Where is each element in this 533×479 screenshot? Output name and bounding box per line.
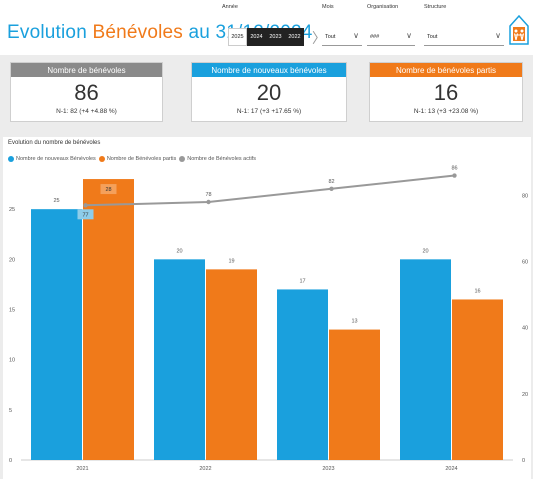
structure-value: Tout xyxy=(427,34,438,40)
y-right-tick-label: 80 xyxy=(522,193,528,199)
bar-partis xyxy=(83,179,134,461)
x-tick-label: 2022 xyxy=(199,466,211,472)
data-label-partis: 16 xyxy=(474,288,480,294)
kpi-value: 20 xyxy=(256,80,282,105)
kpi-comparison: N-1: 13 (+3 +23.08 %) xyxy=(413,108,479,115)
y-left-tick-label: 10 xyxy=(9,358,15,364)
line-point-actifs xyxy=(206,199,211,205)
mois-value: Tout xyxy=(325,34,336,40)
structure-filter-label: Structure xyxy=(424,4,447,10)
bar-nouveaux xyxy=(277,289,328,460)
kpi-label: Nombre de nouveaux bénévoles xyxy=(192,63,346,77)
year-button-2025[interactable]: 2025 xyxy=(228,28,247,46)
y-right-tick-label: 60 xyxy=(522,260,528,266)
data-label-partis: 19 xyxy=(228,258,234,264)
organisation-filter-label: Organisation xyxy=(367,4,399,10)
kpi-comparison: N-1: 82 (+4 +4.88 %) xyxy=(56,108,117,115)
x-tick-label: 2024 xyxy=(445,466,457,472)
bar-partis xyxy=(329,329,380,460)
data-label-nouveaux: 20 xyxy=(422,248,428,254)
data-label-nouveaux: 25 xyxy=(53,198,59,204)
kpi-label: Nombre de bénévoles xyxy=(11,63,162,77)
home-icon[interactable] xyxy=(508,12,530,46)
mois-filter-label: Mois xyxy=(322,4,334,10)
kpi-label: Nombre de bénévoles partis xyxy=(370,63,522,77)
chart-panel: Evolution du nombre de bénévoles Nombre … xyxy=(3,137,531,479)
y-left-tick-label: 15 xyxy=(9,308,15,314)
report-header: Evolution Bénévoles au 31/12/2024 Année … xyxy=(0,0,533,55)
structure-dropdown[interactable]: Tout ∨ xyxy=(424,28,504,46)
line-point-actifs xyxy=(452,173,457,178)
y-left-tick-label: 5 xyxy=(9,408,12,414)
data-label-actifs: 86 xyxy=(451,166,457,172)
mois-dropdown[interactable]: Tout ∨ xyxy=(322,28,362,46)
data-label-nouveaux: 20 xyxy=(176,248,182,254)
data-label-partis: 13 xyxy=(351,319,357,325)
kpi-value: 16 xyxy=(433,80,459,105)
kpi-card-partis: Nombre de bénévoles partis 16 N-1: 13 (+… xyxy=(369,62,523,122)
kpi-comparison: N-1: 17 (+3 +17.65 %) xyxy=(236,108,302,115)
kpi-card-benevoles: Nombre de bénévoles 86 N-1: 82 (+4 +4.88… xyxy=(10,62,163,122)
y-left-tick-label: 0 xyxy=(9,458,12,464)
kpi-value: 86 xyxy=(74,80,99,105)
year-button-2022[interactable]: 2022 xyxy=(285,28,304,46)
data-label-nouveaux: 17 xyxy=(299,278,305,284)
y-right-tick-label: 20 xyxy=(522,392,528,398)
year-button-2024[interactable]: 2024 xyxy=(247,28,266,46)
annee-filter-label: Année xyxy=(222,4,238,10)
y-left-tick-label: 25 xyxy=(9,207,15,213)
combo-chart: 0510152025020406080252021202022172023202… xyxy=(9,166,528,472)
bar-partis xyxy=(452,299,503,460)
kpi-card-nouveaux: Nombre de nouveaux bénévoles 20 N-1: 17 … xyxy=(191,62,347,122)
data-label-actifs: 78 xyxy=(205,192,211,198)
line-actifs xyxy=(85,174,455,207)
bar-nouveaux xyxy=(400,259,451,460)
chevron-down-icon: ∨ xyxy=(406,31,412,40)
chevron-down-icon: ∨ xyxy=(353,31,359,40)
organisation-dropdown[interactable]: ### ∨ xyxy=(367,28,415,46)
bar-partis xyxy=(206,269,257,460)
x-tick-label: 2023 xyxy=(322,466,334,472)
x-tick-label: 2021 xyxy=(76,466,88,472)
data-label-partis: 28 xyxy=(105,187,111,193)
y-right-tick-label: 0 xyxy=(522,458,525,464)
organisation-value: ### xyxy=(370,34,380,40)
year-button-2023[interactable]: 2023 xyxy=(266,28,285,46)
line-point-actifs xyxy=(83,203,88,208)
data-label-actifs: 82 xyxy=(328,179,334,185)
data-label-actifs: 77 xyxy=(82,212,88,218)
line-point-actifs xyxy=(329,186,334,191)
y-left-tick-label: 20 xyxy=(9,257,15,263)
chevron-down-icon: ∨ xyxy=(495,31,501,40)
y-right-tick-label: 40 xyxy=(522,326,528,332)
bar-nouveaux xyxy=(31,209,82,460)
bar-nouveaux xyxy=(154,259,205,460)
